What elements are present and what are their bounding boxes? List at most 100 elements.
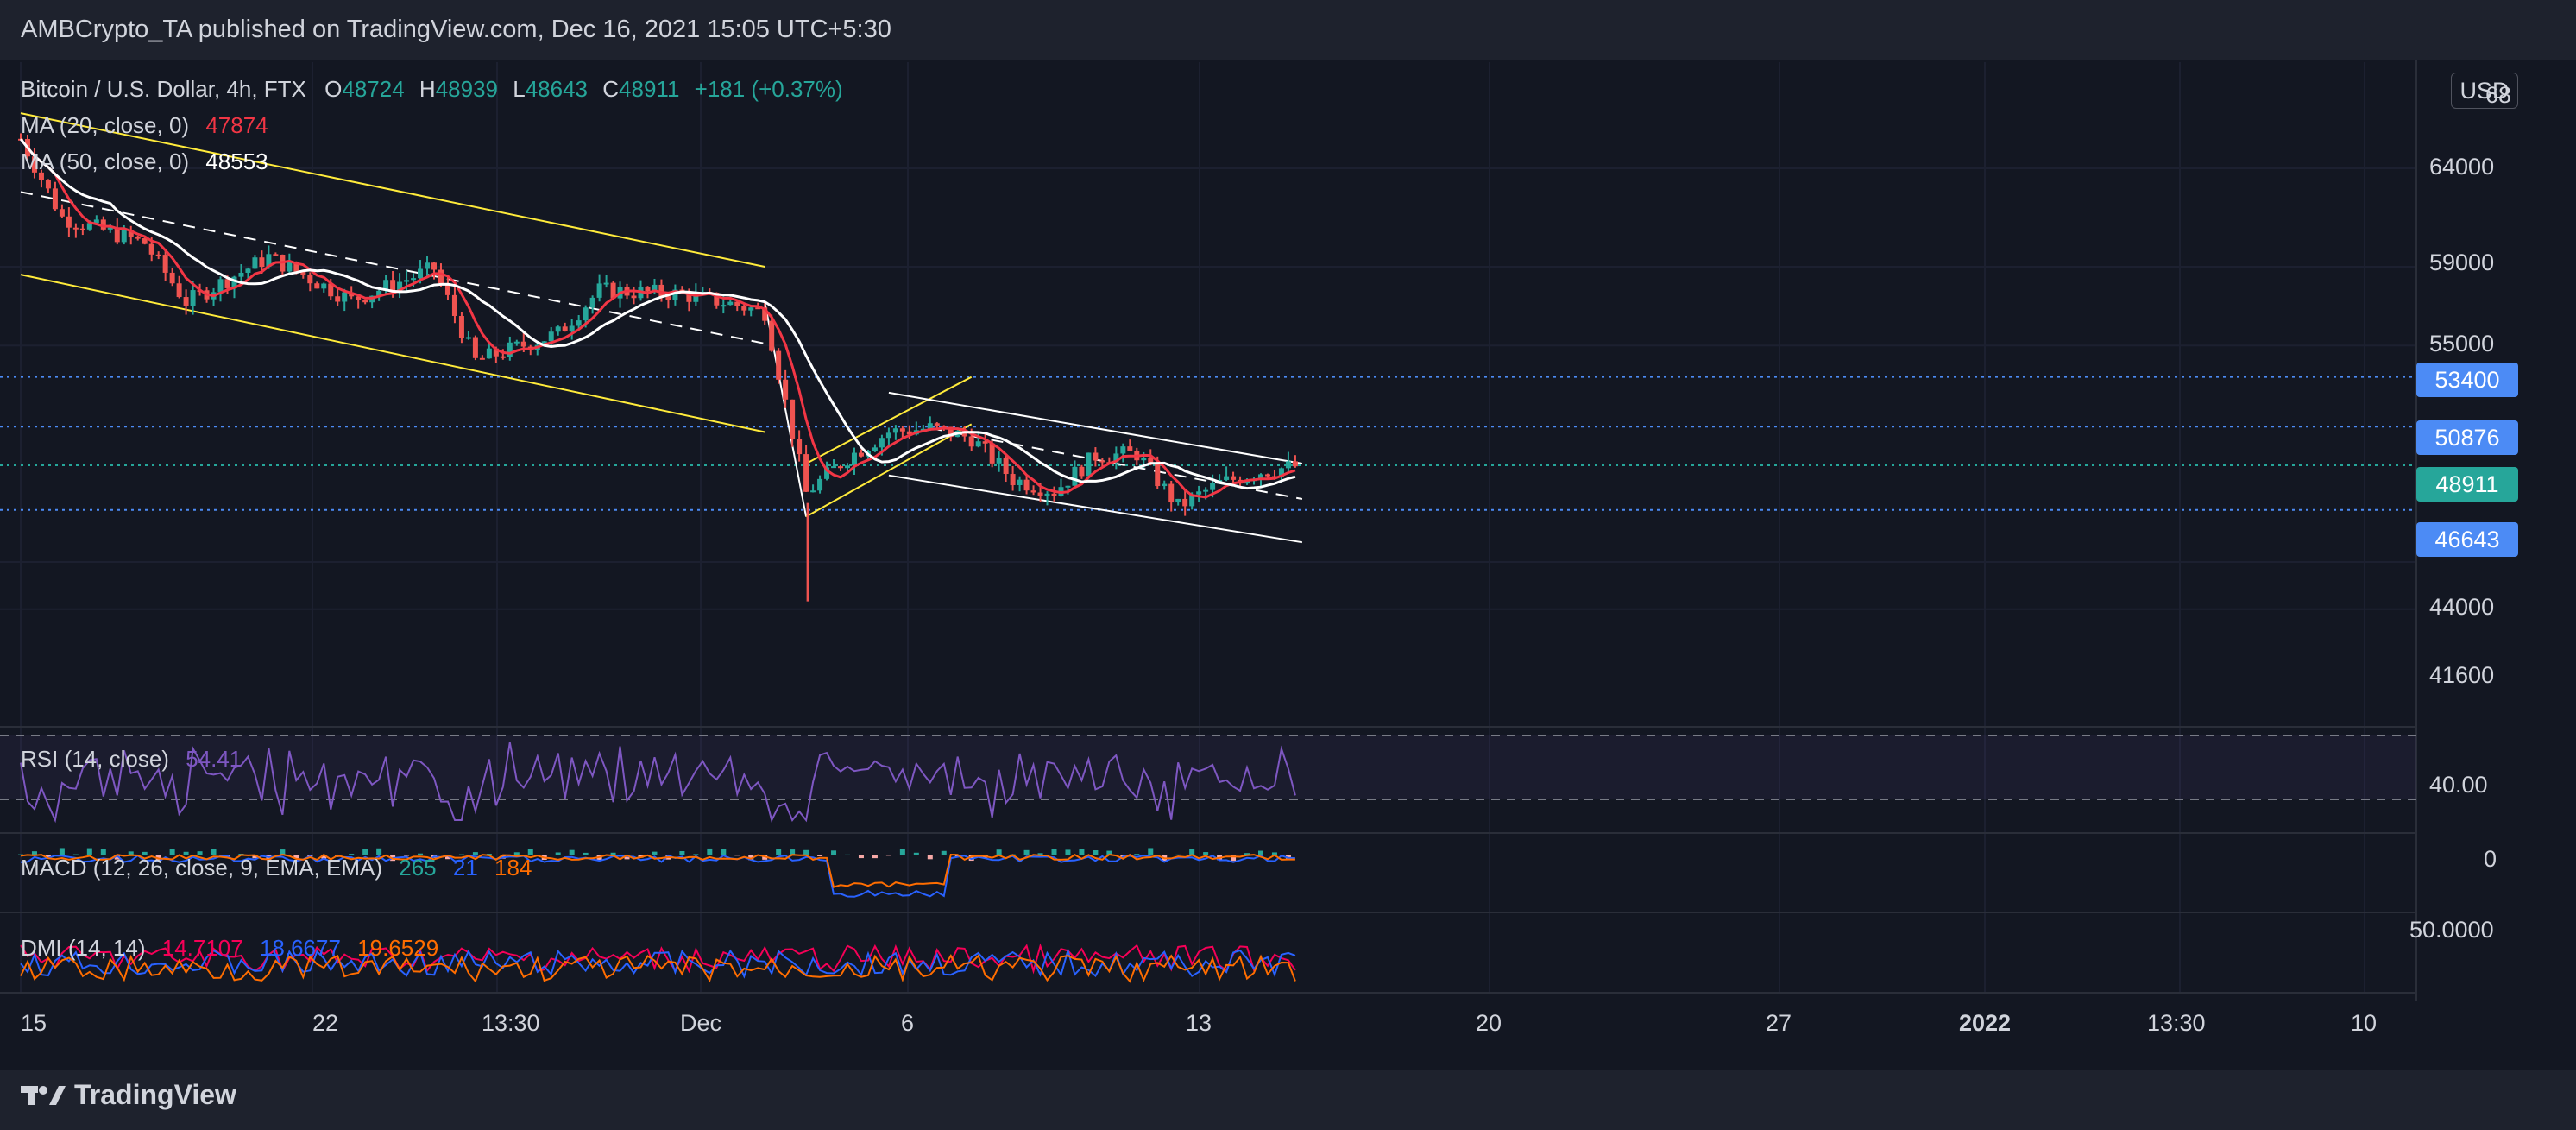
candle-body (569, 325, 575, 331)
symbol-label[interactable]: Bitcoin / U.S. Dollar, 4h, FTX (21, 76, 306, 102)
ohlc-legend: Bitcoin / U.S. Dollar, 4h, FTX O48724 H4… (21, 76, 843, 103)
chart-area[interactable] (0, 60, 2576, 1070)
candle-body (1292, 461, 1298, 467)
low-value: 48643 (525, 76, 589, 102)
candle-body (520, 341, 526, 347)
macd-legend[interactable]: MACD (12, 26, close, 9, EMA, EMA) 265 21… (21, 855, 532, 881)
candle-body (273, 254, 279, 256)
candle-body (589, 297, 595, 308)
candle-body (1203, 489, 1209, 492)
candle-body (1168, 483, 1175, 503)
time-axis-label: 27 (1766, 1010, 1792, 1036)
candle-body (851, 452, 857, 466)
chart-canvas[interactable] (0, 60, 2576, 1070)
candle-body (45, 180, 51, 189)
macd-label: MACD (12, 26, close, 9, EMA, EMA) (21, 855, 383, 881)
macd-histogram-bar (569, 849, 575, 855)
macd-histogram-bar (1148, 848, 1154, 855)
candle-body (148, 243, 154, 255)
candle-body (307, 275, 313, 284)
candle-body (66, 216, 72, 228)
price-tag-current: 48911 (2416, 467, 2518, 502)
candle-body (121, 230, 127, 243)
candle-body (342, 292, 348, 302)
tradingview-logo-icon (21, 1085, 66, 1105)
brand-logo[interactable]: TradingView (21, 1077, 236, 1111)
candle-body (645, 287, 651, 292)
macd-value-2: 21 (452, 855, 478, 881)
rising-wedge-upper (805, 376, 973, 464)
time-axis-label: 13:30 (482, 1010, 540, 1036)
macd-histogram-bar (776, 849, 782, 855)
candle-body (783, 379, 789, 400)
ma50-legend[interactable]: MA (50, close, 0) 48553 (21, 148, 268, 175)
candle-body (1072, 466, 1078, 486)
footer-bar (0, 1070, 2576, 1130)
macd-histogram-bar (1051, 849, 1057, 855)
close-label: C (602, 76, 620, 102)
candle-body (1023, 479, 1030, 491)
candle-body (803, 454, 809, 492)
candle-body (548, 331, 554, 342)
time-axis-label: 2022 (1959, 1010, 2012, 1036)
candle-body (1141, 458, 1147, 461)
candle-body (769, 320, 775, 351)
macd-histogram-bar (1023, 849, 1030, 855)
price-axis-label: 41600 (2429, 662, 2495, 688)
rsi-legend[interactable]: RSI (14, close) 54.41 (21, 746, 242, 773)
time-axis-label: 15 (21, 1010, 47, 1036)
candle-body (1044, 493, 1050, 496)
candle-body (596, 283, 602, 298)
candle-body (810, 490, 816, 493)
horizontal-levels (0, 376, 2416, 511)
macd-histogram-bar (831, 850, 837, 855)
candle-body (845, 465, 850, 469)
candle-body (238, 272, 244, 277)
candle-body (418, 268, 424, 279)
macd-histogram-bar (555, 852, 561, 855)
dmi-legend[interactable]: DMI (14, 14) 14.7107 18.6677 19.6529 (21, 935, 438, 962)
macd-histogram-bar (858, 855, 864, 859)
candle-body (1264, 474, 1270, 477)
candle-body (1086, 452, 1092, 477)
price-tag-53400: 53400 (2416, 363, 2518, 397)
time-axis-label: Dec (680, 1010, 722, 1036)
candle-body (631, 295, 637, 299)
ma50-label: MA (50, close, 0) (21, 148, 190, 174)
ma50-line (19, 138, 1296, 490)
candle-body (797, 439, 803, 455)
candle-body (885, 432, 891, 439)
time-axis-label: 13 (1186, 1010, 1212, 1036)
ma20-line (19, 138, 1296, 499)
open-value: 48724 (342, 76, 405, 102)
candle-body (790, 399, 796, 439)
candle-body (583, 307, 589, 321)
low-label: L (513, 76, 526, 102)
candle-body (748, 307, 754, 311)
dmi-axis-label: 50.0000 (2409, 917, 2494, 943)
candle-body (190, 290, 196, 306)
candle-body (1285, 461, 1291, 469)
candle-body (458, 316, 464, 338)
candle-body (259, 257, 265, 268)
macd-histogram-bar (872, 855, 878, 859)
candle-body (486, 348, 492, 359)
candle-body (576, 320, 582, 326)
price-axis-label: 59000 (2429, 249, 2495, 275)
candle-body (831, 466, 837, 469)
macd-value-3: 184 (494, 855, 532, 881)
candle-body (217, 279, 224, 293)
candle-body (1030, 490, 1036, 493)
candle-body (183, 297, 189, 306)
time-axis-label: 20 (1476, 1010, 1502, 1036)
moving-average-lines (19, 138, 1296, 499)
close-value: 48911 (619, 76, 680, 102)
ma20-legend[interactable]: MA (20, close, 0) 47874 (21, 112, 268, 139)
candle-body (1120, 446, 1126, 454)
candle-body (1127, 446, 1133, 451)
ma50-value: 48553 (205, 148, 268, 174)
candle-body (721, 305, 727, 307)
candle-body (479, 357, 485, 360)
candle-body (996, 458, 1002, 464)
candle-body (155, 254, 161, 256)
